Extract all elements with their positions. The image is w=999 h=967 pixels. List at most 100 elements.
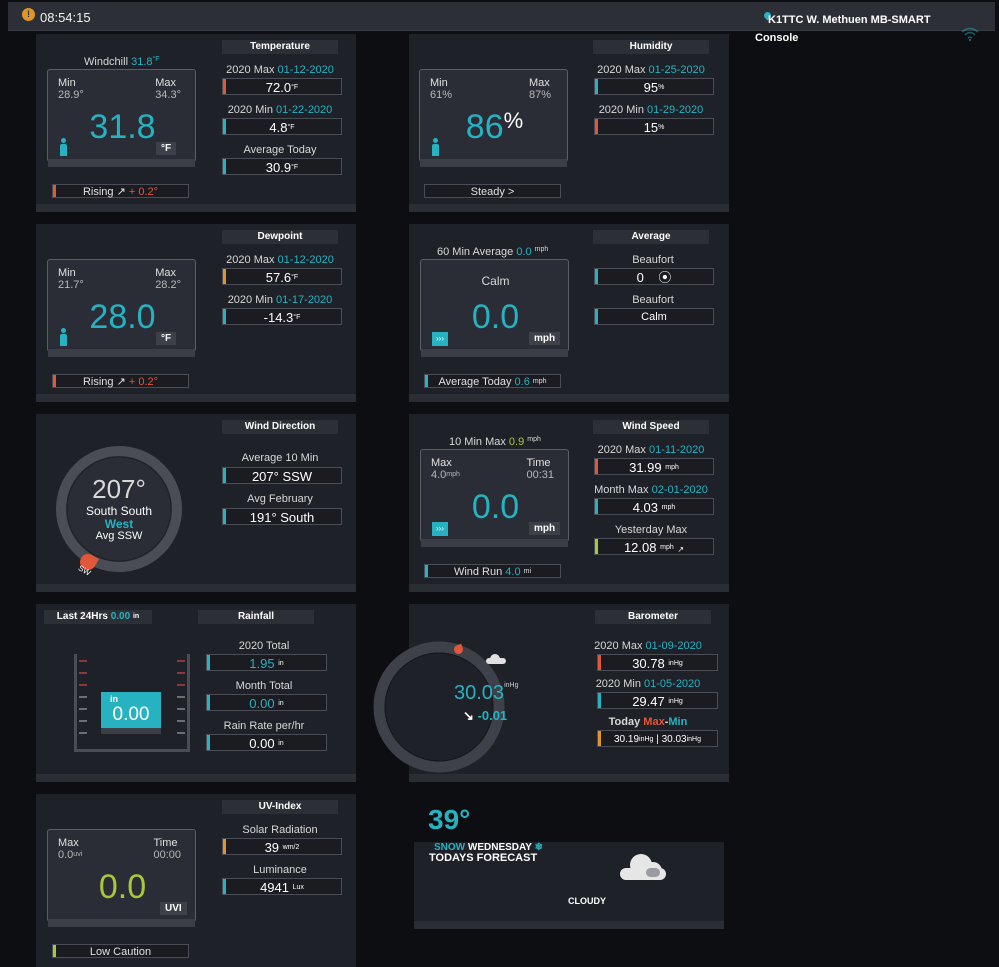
humidity-title: Humidity bbox=[593, 40, 709, 54]
avg-today: Average Today 0.6 mph bbox=[424, 374, 561, 388]
avg60-label: 60 Min Average 0.0 mph bbox=[437, 246, 549, 258]
uv-time: Time 00:00 bbox=[153, 837, 181, 861]
ws-year-max-value: 31.99 mph bbox=[594, 458, 714, 475]
rain-rate-label: Rain Rate per/hr bbox=[223, 720, 305, 732]
dewpoint-year-max-label: 2020 Max 01-12-2020 bbox=[226, 254, 334, 266]
cloud-snow-icon bbox=[486, 654, 506, 666]
windchill-label: Windchill 31.8°F bbox=[84, 56, 160, 68]
ws-year-max-label: 2020 Max 01-11-2020 bbox=[597, 444, 705, 456]
temp-unit: °F bbox=[156, 142, 177, 155]
baro-year-max-label: 2020 Max 01-09-2020 bbox=[594, 640, 702, 652]
wind-arrow-icon: ››› bbox=[432, 332, 448, 346]
rain-month-label: Month Total bbox=[235, 680, 293, 692]
person-icon bbox=[60, 328, 67, 346]
console-link[interactable]: Console bbox=[755, 32, 798, 44]
rain-gauge: in 0.00 bbox=[74, 654, 190, 752]
wind-direction-panel: Wind Direction SW 207° South South West … bbox=[36, 414, 356, 592]
wind-average-panel: 60 Min Average 0.0 mph Average Calm 0.0 … bbox=[409, 224, 729, 402]
temp-year-min-value: 4.8°F bbox=[222, 118, 342, 135]
temp-min: Min 28.9° bbox=[58, 77, 84, 101]
avg10-value: 207° SSW bbox=[222, 467, 342, 484]
dewpoint-year-max-value: 57.6°F bbox=[222, 268, 342, 285]
clock-icon: ! bbox=[22, 8, 35, 21]
dewpoint-max: Max 28.2° bbox=[155, 267, 181, 291]
temp-avg-label: Average Today bbox=[243, 144, 317, 156]
wind-condition: Calm bbox=[481, 274, 510, 288]
wind-speed-gauge: Max 4.0mph Time 00:31 0.0 ››› mph bbox=[420, 449, 569, 547]
baro-today-value: 30.19inHg | 30.03inHg bbox=[597, 730, 718, 747]
beaufort-icon: ⦿ bbox=[658, 270, 672, 285]
wind-dir-line1: South South bbox=[85, 504, 153, 518]
wind-dir-line3: Avg SSW bbox=[95, 530, 143, 542]
temp-avg-value: 30.9°F bbox=[222, 158, 342, 175]
rainfall-title: Rainfall bbox=[198, 610, 314, 624]
wind-average-unit: mph bbox=[529, 332, 561, 345]
uv-caution: Low Caution bbox=[52, 944, 189, 958]
avg-month-label: Avg February bbox=[247, 493, 313, 505]
forecast-panel: SNOW WEDNESDAY ❄ TODAYS FORECAST CLOUDY bbox=[414, 842, 724, 929]
max10-label: 10 Min Max 0.9 mph bbox=[449, 436, 541, 448]
baro-year-max-value: 30.78 inHg bbox=[597, 654, 718, 671]
wind-average-title: Average bbox=[593, 230, 709, 244]
dewpoint-unit: °F bbox=[156, 332, 177, 345]
wind-dir-line2: West bbox=[104, 517, 134, 531]
top-bar: ! 08:54:15 K1TTC W. Methuen MB-SMART bbox=[8, 2, 995, 31]
temperature-panel: Windchill 31.8°F Temperature Min 28.9° Ma… bbox=[36, 34, 356, 212]
station-name[interactable]: K1TTC W. Methuen MB-SMART bbox=[768, 14, 931, 26]
temp-year-min-label: 2020 Min 01-22-2020 bbox=[227, 104, 333, 116]
temp-trend: Rising ↗ + 0.2° bbox=[52, 184, 189, 198]
wind-speed-unit: mph bbox=[529, 522, 561, 535]
uv-unit: UVI bbox=[160, 902, 187, 915]
wind-speed-max: Max 4.0mph bbox=[431, 457, 460, 481]
humidity-min: Min 61% bbox=[430, 77, 453, 101]
beaufort2-label: Beaufort bbox=[632, 294, 674, 306]
wind-direction-title: Wind Direction bbox=[222, 420, 338, 434]
rain-year-value: 1.95 in bbox=[206, 654, 327, 671]
temperature-gauge: Min 28.9° Max 34.3° 31.8 °F bbox=[47, 69, 196, 167]
wind-arrow-icon: ››› bbox=[432, 522, 448, 536]
luminance-value: 4941 Lux bbox=[222, 878, 342, 895]
barometer-trend: ↘ -0.01 bbox=[463, 708, 508, 723]
humidity-panel: Humidity Min 61% Max 87% 86% Steady > 2020… bbox=[409, 34, 729, 212]
person-icon bbox=[60, 138, 67, 156]
beaufort-value: 0 ⦿ bbox=[594, 268, 714, 285]
beaufort-label: Beaufort bbox=[632, 254, 674, 266]
last24-label: Last 24Hrs 0.00 in bbox=[44, 610, 152, 624]
ws-month-max-label: Month Max 02-01-2020 bbox=[594, 484, 708, 496]
humidity-trend: Steady > bbox=[424, 184, 561, 198]
rain-gauge-value: 0.00 bbox=[112, 704, 150, 725]
wind-speed-title: Wind Speed bbox=[593, 420, 709, 434]
falling-arrow-icon: ↘ bbox=[463, 708, 474, 723]
wifi-icon[interactable] bbox=[960, 26, 980, 42]
uv-panel: UV-Index Max 0.0uvi Time 00:00 0.0 UVI Low… bbox=[36, 794, 356, 967]
wind-run: Wind Run 4.0 mi bbox=[424, 564, 561, 578]
ws-month-max-value: 4.03 mph bbox=[594, 498, 714, 515]
humidity-year-min-value: 15% bbox=[594, 118, 714, 135]
dewpoint-panel: Dewpoint Min 21.7° Max 28.2° 28.0 °F Risin… bbox=[36, 224, 356, 402]
rain-rate-value: 0.00 in bbox=[206, 734, 327, 751]
dewpoint-gauge: Min 21.7° Max 28.2° 28.0 °F bbox=[47, 259, 196, 357]
rain-month-value: 0.00 in bbox=[206, 694, 327, 711]
humidity-year-min-label: 2020 Min 01-29-2020 bbox=[598, 104, 704, 116]
temp-max: Max 34.3° bbox=[155, 77, 181, 101]
luminance-label: Luminance bbox=[253, 864, 307, 876]
dewpoint-year-min-value: -14.3°F bbox=[222, 308, 342, 325]
wind-speed-time: Time 00:31 bbox=[526, 457, 554, 481]
wind-average-gauge: Calm 0.0 ››› mph bbox=[420, 259, 569, 357]
uv-max: Max 0.0uvi bbox=[58, 837, 83, 861]
barometer-title: Barometer bbox=[595, 610, 711, 624]
rain-year-label: 2020 Total bbox=[238, 640, 290, 652]
humidity-year-max-label: 2020 Max 01-25-2020 bbox=[597, 64, 705, 76]
baro-year-min-value: 29.47 inHg bbox=[597, 692, 718, 709]
uv-title: UV-Index bbox=[222, 800, 338, 814]
forecast-condition: CLOUDY bbox=[568, 896, 606, 906]
rain-gauge-unit: in bbox=[110, 694, 118, 704]
yesterday-max-label: Yesterday Max bbox=[614, 524, 688, 536]
humidity-year-max-value: 95% bbox=[594, 78, 714, 95]
beaufort2-value: Calm bbox=[594, 308, 714, 325]
dewpoint-title: Dewpoint bbox=[222, 230, 338, 244]
dewpoint-trend: Rising ↗ + 0.2° bbox=[52, 374, 189, 388]
solar-label: Solar Radiation bbox=[242, 824, 318, 836]
current-time: 08:54:15 bbox=[40, 10, 91, 25]
avg10-label: Average 10 Min bbox=[241, 452, 319, 464]
